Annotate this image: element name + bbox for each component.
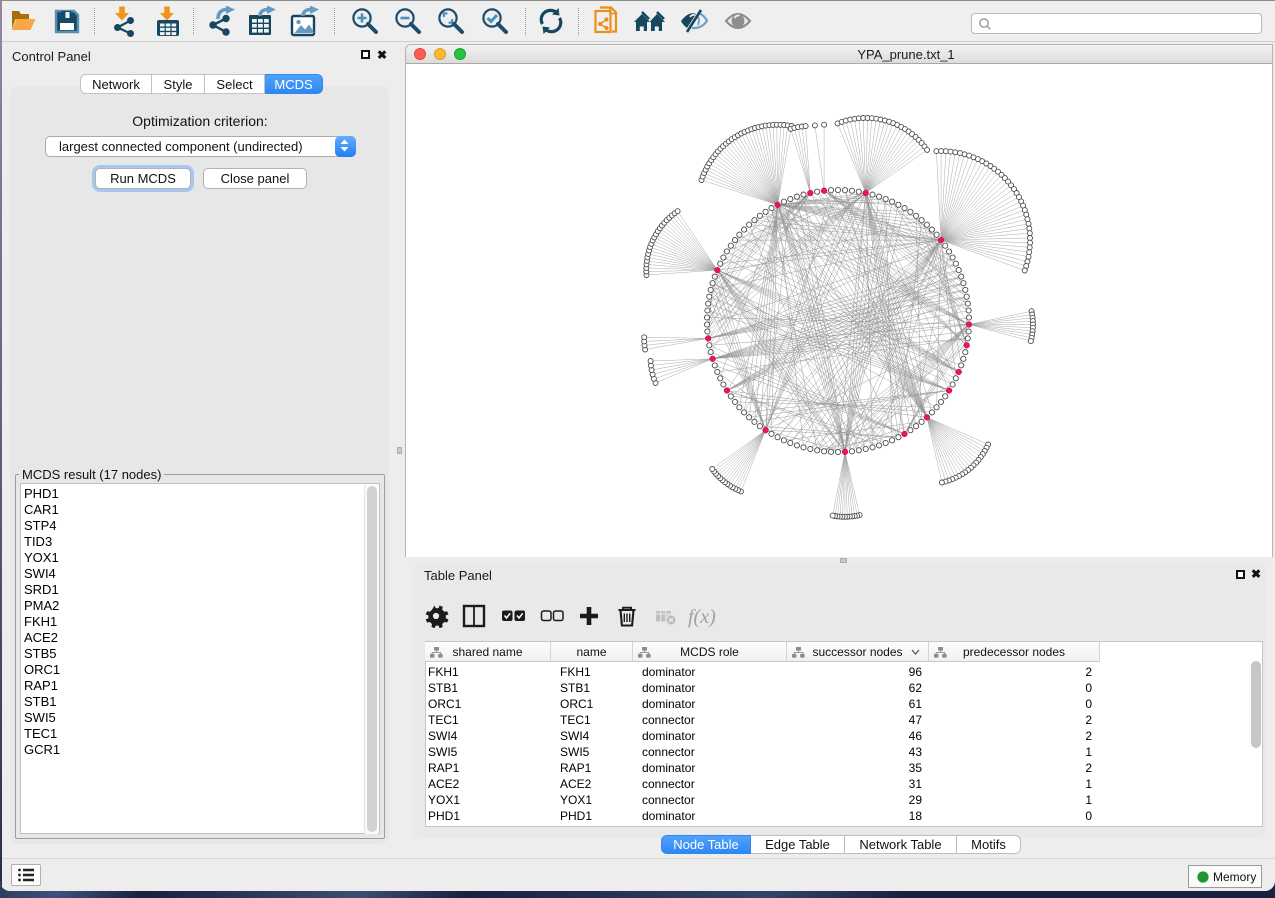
svg-text:f(x): f(x) [688,606,716,628]
